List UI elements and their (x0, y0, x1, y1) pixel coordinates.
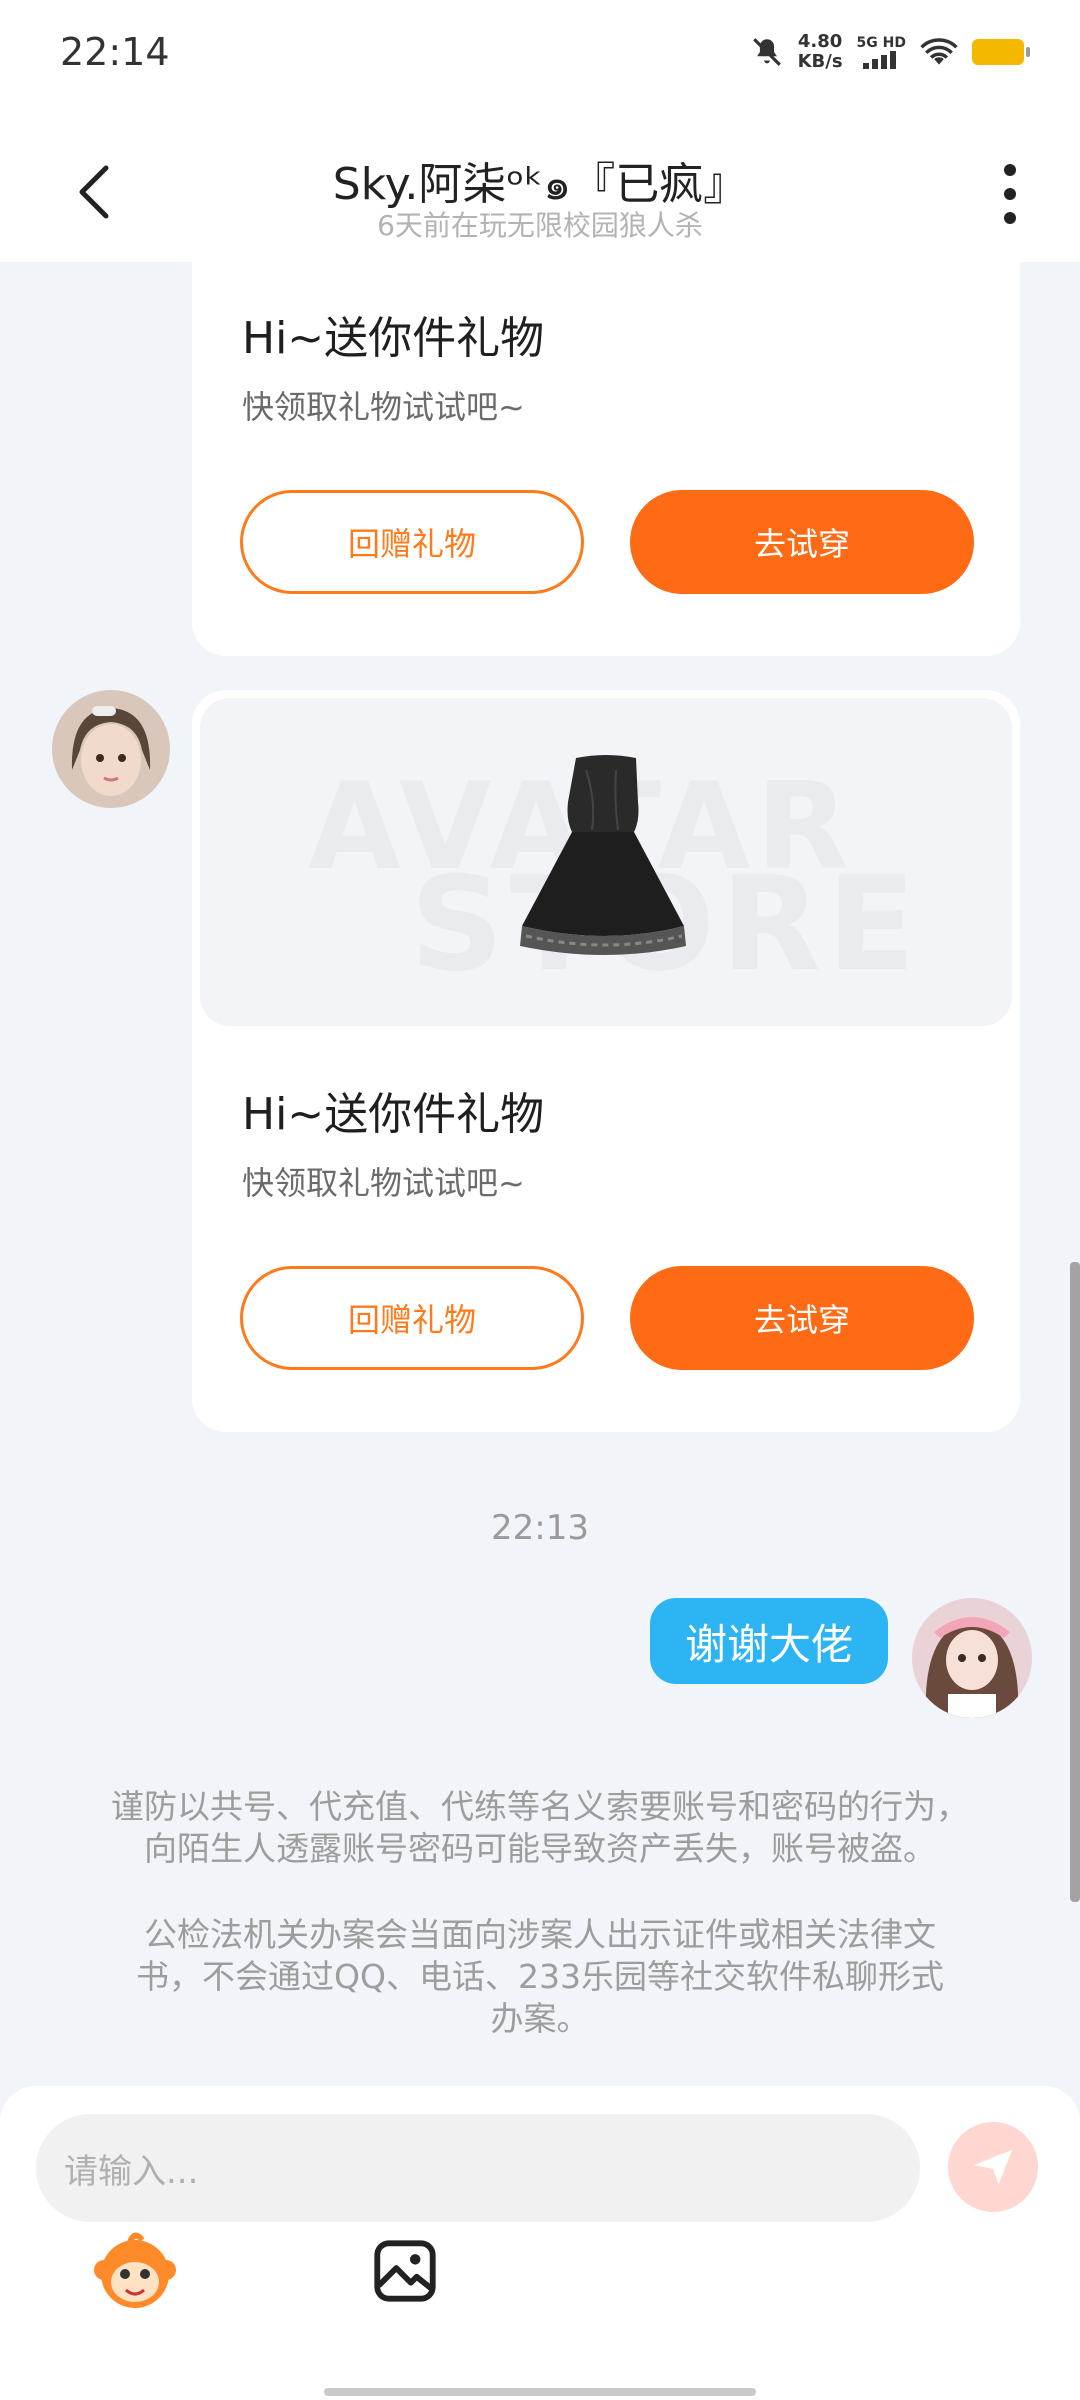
message-timestamp: 22:13 (491, 1508, 589, 1548)
notice-line: 谨防以共号、代充值、代练等名义索要账号和密码的行为， (111, 1787, 969, 1826)
gift-card-with-product: AVATAR STORE Hi~送你件礼物 快领取礼物试试吧~ 回赠礼物 去试穿 (192, 690, 1020, 1432)
image-picker-button[interactable] (360, 2226, 450, 2316)
return-gift-button[interactable]: 回赠礼物 (240, 1266, 584, 1370)
send-button[interactable] (948, 2122, 1038, 2212)
emoji-mascot-button[interactable] (90, 2226, 180, 2316)
gift-card: Hi~送你件礼物 快领取礼物试试吧~ 回赠礼物 去试穿 (192, 240, 1020, 656)
scrollbar-thumb[interactable] (1070, 1262, 1080, 1902)
safety-notice-1: 谨防以共号、代充值、代练等名义索要账号和密码的行为， 向陌生人透露账号密码可能导… (80, 1786, 1000, 1870)
my-avatar[interactable] (912, 1598, 1032, 1718)
battery-icon (972, 39, 1030, 65)
net-speed-unit: KB/s (797, 51, 843, 72)
gift-card-subtitle: 快领取礼物试试吧~ (242, 388, 525, 426)
sender-avatar[interactable] (52, 690, 170, 808)
contact-status: 6天前在玩无限校园狼人杀 (377, 209, 703, 242)
return-gift-button[interactable]: 回赠礼物 (240, 490, 584, 594)
notice-line: 书，不会通过QQ、电话、233乐园等社交软件私聊形式 (136, 1957, 944, 1996)
net-speed-value: 4.80 (797, 31, 843, 52)
composer-bar: 请输入... (0, 2086, 1080, 2400)
status-time: 22:14 (60, 30, 170, 74)
safety-notice-2: 公检法机关办案会当面向涉案人出示证件或相关法律文 书，不会通过QQ、电话、233… (80, 1914, 1000, 2040)
signal-group: 5G HD (857, 35, 906, 69)
monkey-mascot-icon (94, 2232, 176, 2308)
image-icon (374, 2240, 436, 2302)
status-icons: 4.80 KB/s 5G HD (750, 32, 1030, 72)
wifi-icon (920, 38, 958, 65)
gift-card-subtitle: 快领取礼物试试吧~ (242, 1164, 525, 1202)
gift-card-title: Hi~送你件礼物 (242, 313, 545, 364)
notice-line: 公检法机关办案会当面向涉案人出示证件或相关法律文 (144, 1915, 936, 1954)
status-bar: 22:14 4.80 KB/s 5G HD (0, 0, 1080, 110)
home-indicator[interactable] (324, 2388, 756, 2396)
signal-icon (863, 51, 897, 69)
net-speed: 4.80 KB/s (798, 32, 843, 72)
notice-line: 向陌生人透露账号密码可能导致资产丢失，账号被盗。 (144, 1829, 936, 1868)
product-image[interactable]: AVATAR STORE (200, 698, 1012, 1026)
send-plane-icon (973, 2149, 1013, 2185)
my-message-bubble[interactable]: 谢谢大佬 (650, 1598, 888, 1684)
try-on-button[interactable]: 去试穿 (630, 1266, 974, 1370)
mute-bell-icon (752, 38, 781, 66)
signal-label: 5G HD (856, 35, 906, 51)
more-options-icon[interactable] (1000, 164, 1020, 224)
black-dress-icon (520, 755, 686, 955)
try-on-button[interactable]: 去试穿 (630, 490, 974, 594)
gift-card-title: Hi~送你件礼物 (242, 1089, 545, 1140)
notice-line: 办案。 (490, 1999, 590, 2038)
message-input[interactable]: 请输入... (36, 2114, 920, 2222)
